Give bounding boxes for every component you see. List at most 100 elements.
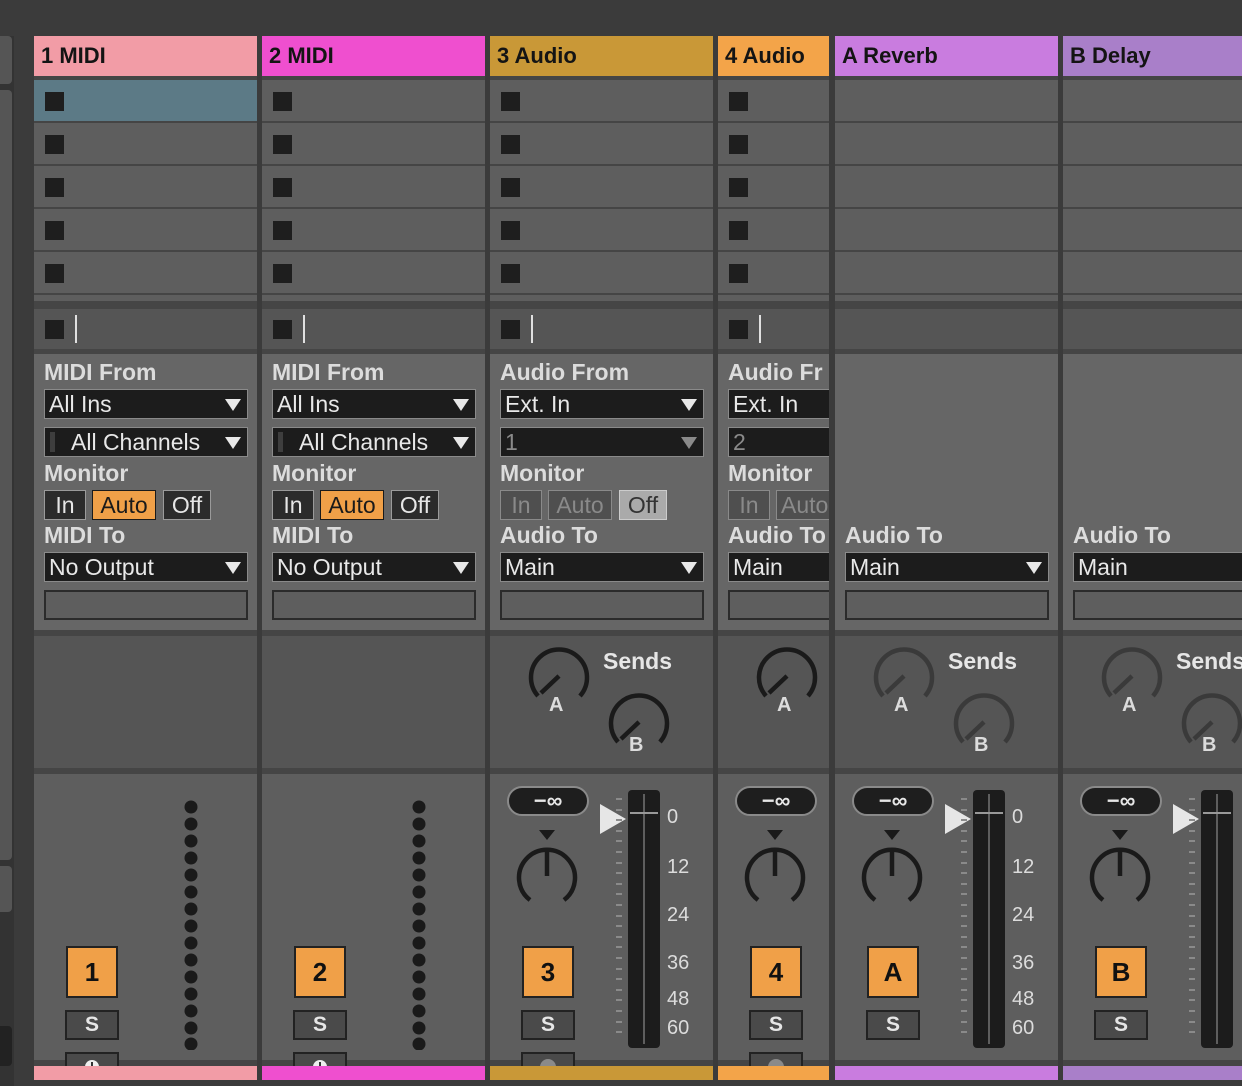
clip-stop-button[interactable] <box>729 92 748 111</box>
output-channel-field[interactable] <box>272 590 476 620</box>
volume-fader-handle[interactable] <box>600 804 626 834</box>
output-channel-field[interactable] <box>1073 590 1242 620</box>
clip-stop-button[interactable] <box>273 221 292 240</box>
clip-stop-button[interactable] <box>729 264 748 283</box>
clip-slot[interactable] <box>34 80 257 121</box>
output-channel-field[interactable] <box>845 590 1049 620</box>
clip-slot[interactable] <box>718 123 829 164</box>
volume-readout[interactable]: −∞ <box>507 786 589 816</box>
output-channel-field[interactable] <box>500 590 704 620</box>
clip-stop-button[interactable] <box>45 178 64 197</box>
stop-all-clips-button[interactable] <box>273 320 292 339</box>
stop-all-clips-button[interactable] <box>45 320 64 339</box>
clip-slot[interactable] <box>490 252 713 293</box>
monitor-off-button[interactable]: Off <box>163 490 211 520</box>
stop-all-clips-button[interactable] <box>729 320 748 339</box>
volume-readout[interactable]: −∞ <box>1080 786 1162 816</box>
track-activator-button[interactable]: 1 <box>66 946 118 998</box>
clip-slot[interactable] <box>718 209 829 250</box>
output-type-dropdown[interactable]: Main <box>500 552 704 582</box>
monitor-auto-button[interactable]: Auto <box>776 490 829 520</box>
monitor-off-button[interactable]: Off <box>391 490 439 520</box>
clip-stop-button[interactable] <box>273 92 292 111</box>
track-title[interactable]: 1 MIDI <box>34 36 257 76</box>
solo-button[interactable]: S <box>521 1010 575 1040</box>
output-type-dropdown[interactable]: Main <box>728 552 829 582</box>
solo-button[interactable]: S <box>65 1010 119 1040</box>
clip-slot[interactable] <box>34 209 257 250</box>
volume-fader-handle[interactable] <box>945 804 971 834</box>
clip-stop-button[interactable] <box>45 135 64 154</box>
clip-slot[interactable] <box>490 166 713 207</box>
input-channel-dropdown[interactable]: 2 <box>728 427 829 457</box>
clip-stop-button[interactable] <box>501 92 520 111</box>
output-channel-field[interactable] <box>728 590 829 620</box>
track-title[interactable]: 2 MIDI <box>262 36 485 76</box>
clip-stop-button[interactable] <box>45 264 64 283</box>
solo-button[interactable]: S <box>293 1010 347 1040</box>
clip-slot[interactable] <box>490 123 713 164</box>
monitor-in-button[interactable]: In <box>272 490 314 520</box>
input-type-dropdown[interactable]: Ext. In <box>500 389 704 419</box>
clip-slot[interactable] <box>262 80 485 121</box>
output-type-dropdown[interactable]: No Output <box>272 552 476 582</box>
track-title[interactable]: 3 Audio <box>490 36 713 76</box>
clip-slot[interactable] <box>34 252 257 293</box>
pan-knob[interactable] <box>857 828 927 908</box>
clip-slot[interactable] <box>490 80 713 121</box>
track-title[interactable]: B Delay <box>1063 36 1242 76</box>
clip-stop-button[interactable] <box>273 135 292 154</box>
clip-slot-partial[interactable] <box>490 295 713 301</box>
solo-button[interactable]: S <box>749 1010 803 1040</box>
clip-slot[interactable] <box>718 80 829 121</box>
input-type-dropdown[interactable]: All Ins <box>44 389 248 419</box>
clip-stop-button[interactable] <box>273 264 292 283</box>
clip-slot[interactable] <box>718 166 829 207</box>
track-activator-button[interactable]: 2 <box>294 946 346 998</box>
track-activator-button[interactable]: 4 <box>750 946 802 998</box>
clip-slot-partial[interactable] <box>34 295 257 301</box>
monitor-in-button[interactable]: In <box>728 490 770 520</box>
clip-slot[interactable] <box>490 209 713 250</box>
clip-slot[interactable] <box>262 252 485 293</box>
output-type-dropdown[interactable]: No Output <box>44 552 248 582</box>
clip-slot-partial[interactable] <box>718 295 829 301</box>
monitor-auto-button[interactable]: Auto <box>92 490 156 520</box>
output-type-dropdown[interactable]: Main <box>845 552 1049 582</box>
clip-stop-button[interactable] <box>501 178 520 197</box>
clip-stop-button[interactable] <box>729 178 748 197</box>
clip-slot[interactable] <box>34 166 257 207</box>
track-activator-button[interactable]: B <box>1095 946 1147 998</box>
stop-all-clips-button[interactable] <box>501 320 520 339</box>
pan-knob[interactable] <box>512 828 582 908</box>
clip-stop-button[interactable] <box>45 92 64 111</box>
clip-stop-button[interactable] <box>729 221 748 240</box>
monitor-auto-button[interactable]: Auto <box>548 490 612 520</box>
monitor-in-button[interactable]: In <box>44 490 86 520</box>
solo-button[interactable]: S <box>1094 1010 1148 1040</box>
clip-slot[interactable] <box>262 123 485 164</box>
volume-readout[interactable]: −∞ <box>735 786 817 816</box>
clip-slot[interactable] <box>34 123 257 164</box>
input-channel-dropdown[interactable]: 1 <box>500 427 704 457</box>
output-channel-field[interactable] <box>44 590 248 620</box>
solo-button[interactable]: S <box>866 1010 920 1040</box>
clip-slot-partial[interactable] <box>262 295 485 301</box>
input-type-dropdown[interactable]: Ext. In <box>728 389 829 419</box>
clip-stop-button[interactable] <box>729 135 748 154</box>
clip-stop-button[interactable] <box>273 178 292 197</box>
pan-knob[interactable] <box>740 828 810 908</box>
volume-readout[interactable]: −∞ <box>852 786 934 816</box>
clip-stop-button[interactable] <box>45 221 64 240</box>
track-title[interactable]: 4 Audio <box>718 36 829 76</box>
volume-fader-handle[interactable] <box>1173 804 1199 834</box>
monitor-off-button[interactable]: Off <box>619 490 667 520</box>
input-channel-dropdown[interactable]: All Channels <box>44 427 248 457</box>
track-activator-button[interactable]: 3 <box>522 946 574 998</box>
clip-stop-button[interactable] <box>501 221 520 240</box>
clip-stop-button[interactable] <box>501 135 520 154</box>
clip-stop-button[interactable] <box>501 264 520 283</box>
clip-slot[interactable] <box>262 209 485 250</box>
monitor-in-button[interactable]: In <box>500 490 542 520</box>
pan-knob[interactable] <box>1085 828 1155 908</box>
